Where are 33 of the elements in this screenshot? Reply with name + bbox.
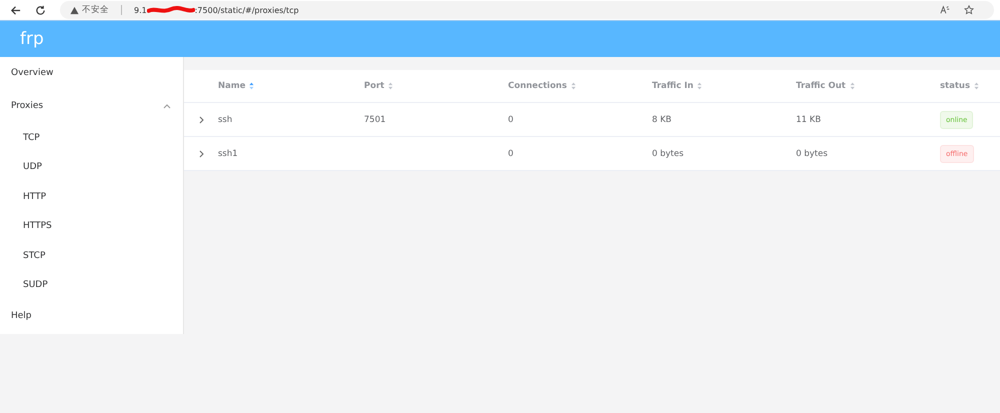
table-cell: 0 bytes [796, 148, 828, 158]
favorite-star-icon[interactable] [964, 5, 974, 15]
submenu-item[interactable]: SUDP [0, 270, 183, 300]
warning-icon [70, 6, 79, 14]
back-icon[interactable] [10, 4, 21, 16]
url-text: :7500/static/#/proxies/tcp [194, 6, 299, 14]
submenu-item[interactable]: HTTPS [0, 212, 183, 241]
submenu-item[interactable]: HTTP [0, 182, 183, 212]
caret-icon [163, 104, 171, 108]
security-label: 不安全 [82, 4, 109, 16]
expand-icon[interactable] [198, 116, 204, 124]
table-cell: 0 bytes [652, 148, 684, 158]
table-cell: 0 [508, 114, 514, 124]
table-cell: 0 [508, 148, 514, 158]
menu-item[interactable]: Help [0, 300, 183, 332]
redaction-scribble [146, 5, 195, 15]
table-cell: 11 KB [796, 114, 821, 124]
read-aloud-icon[interactable] [940, 5, 950, 15]
table-cell: ssh1 [218, 148, 238, 158]
menu-item[interactable]: Overview [0, 57, 183, 89]
menu-item[interactable]: Proxies [0, 89, 183, 123]
expand-icon[interactable] [198, 150, 204, 158]
url-text: 9.1 [134, 6, 147, 14]
sort-icon[interactable] [249, 82, 254, 90]
submenu-item[interactable]: UDP [0, 152, 183, 182]
submenu-item[interactable]: TCP [0, 123, 183, 152]
reload-icon[interactable] [35, 4, 46, 16]
address-bar[interactable]: 不安全 9.1 :7500/static/#/proxies/tcp [60, 1, 994, 19]
submenu-item[interactable]: STCP [0, 241, 183, 270]
table-cell: 8 KB [652, 114, 672, 124]
table-cell: ssh [218, 114, 232, 124]
table-cell: 7501 [364, 114, 386, 124]
app-title: frp [20, 29, 44, 49]
